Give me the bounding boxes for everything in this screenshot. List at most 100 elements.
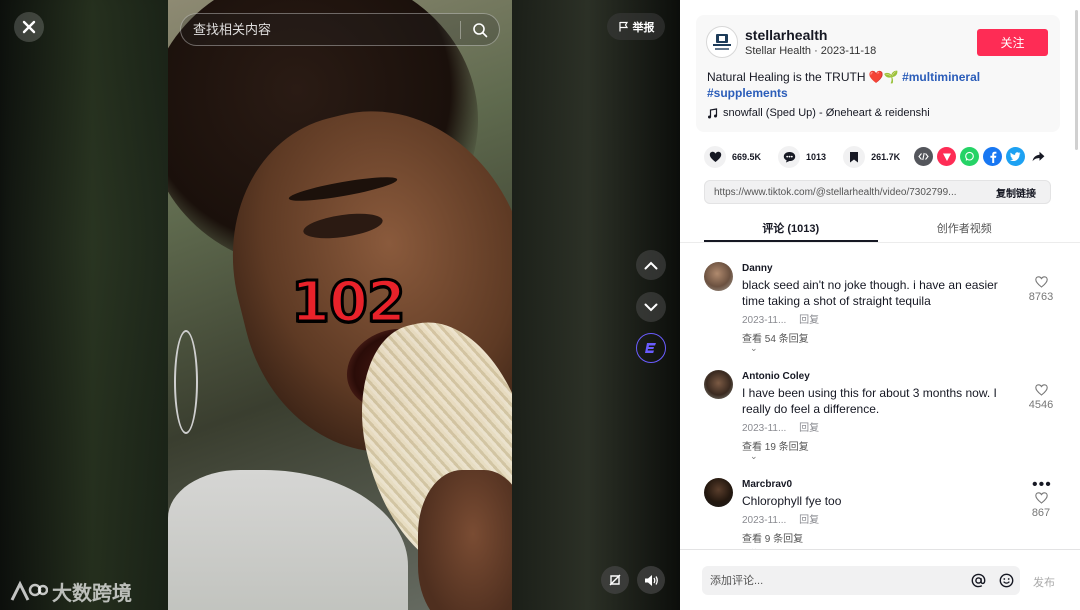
follow-button[interactable]: 关注: [977, 29, 1048, 56]
hashtag-link[interactable]: #supplements: [707, 86, 788, 100]
comment-text: I have been using this for about 3 month…: [742, 386, 997, 416]
search-icon: [473, 22, 488, 37]
heart-outline-icon: [1034, 276, 1048, 288]
video-description: Natural Healing is the TRUTH ❤️🌱 #multim…: [707, 69, 1037, 101]
embed-share-button[interactable]: [914, 147, 933, 166]
expand-chevron-icon[interactable]: ⌄: [750, 451, 758, 462]
comment-text: black seed ain't no joke though. i have …: [742, 278, 998, 308]
expand-chevron-icon[interactable]: ⌄: [750, 343, 758, 354]
chevron-up-icon: [644, 261, 658, 269]
comment-meta: 2023-11... 回复: [742, 311, 829, 326]
share-options: [914, 147, 1048, 166]
panel-scrollbar[interactable]: [1075, 10, 1078, 150]
save-count: 261.7K: [871, 152, 901, 162]
post-comment-button[interactable]: 发布: [1033, 574, 1055, 590]
commenter-avatar[interactable]: [704, 478, 733, 507]
watermark-logo-icon: [10, 580, 48, 601]
save-action[interactable]: 261.7K: [843, 146, 900, 168]
video-mode-button[interactable]: [601, 566, 629, 594]
like-count: 669.5K: [732, 152, 762, 162]
author-card: stellarhealth Stellar Health · 2023-11-1…: [696, 15, 1060, 132]
stellar-health-logo-icon: [713, 34, 731, 50]
previous-video-button[interactable]: [636, 250, 666, 280]
twitter-bird-icon: [1010, 152, 1021, 161]
flag-icon: [618, 21, 628, 32]
comment-input[interactable]: [702, 566, 964, 595]
whatsapp-share-button[interactable]: [960, 147, 979, 166]
floating-window-icon: [609, 574, 621, 586]
copy-link-button[interactable]: 复制链接: [982, 185, 1050, 200]
save-button[interactable]: [843, 146, 866, 168]
comment-item: Marcbrav0 Chlorophyll fye too 2023-11...…: [704, 476, 1059, 549]
music-link[interactable]: snowfall (Sped Up) - Øneheart & reidensh…: [707, 107, 930, 119]
search-input[interactable]: [181, 14, 460, 45]
facebook-icon: [989, 151, 996, 163]
comment-list[interactable]: Danny black seed ain't no joke though. i…: [680, 243, 1080, 549]
comment-date: 2023-11...: [742, 423, 787, 434]
comment-action[interactable]: 1013: [778, 146, 826, 168]
volume-icon: [644, 574, 658, 586]
video-link-url[interactable]: https://www.tiktok.com/@stellarhealth/vi…: [705, 187, 982, 198]
author-subline: Stellar Health · 2023-11-18: [745, 45, 877, 57]
author-username[interactable]: stellarhealth: [745, 27, 827, 43]
video-subject-earring: [174, 330, 198, 434]
commenter-name[interactable]: Antonio Coley: [742, 371, 810, 382]
search-bar: [180, 13, 500, 46]
commenter-name[interactable]: Danny: [742, 263, 773, 274]
report-button[interactable]: 举报: [607, 13, 665, 40]
video-link-box: https://www.tiktok.com/@stellarhealth/vi…: [704, 180, 1051, 204]
send-share-button[interactable]: [937, 147, 956, 166]
commenter-name[interactable]: Marcbrav0: [742, 479, 792, 490]
next-video-button[interactable]: [636, 292, 666, 322]
commenter-avatar[interactable]: [704, 262, 733, 291]
reply-button[interactable]: 回复: [799, 315, 819, 326]
comment-text: Chlorophyll fye too: [742, 494, 842, 508]
comment-compose-bar: 发布: [680, 549, 1080, 610]
commenter-avatar[interactable]: [704, 370, 733, 399]
app-root: 102 举报: [0, 0, 1080, 610]
search-button[interactable]: [461, 22, 499, 38]
comment-like[interactable]: 8763: [1027, 276, 1055, 303]
comment-like[interactable]: 867: [1027, 492, 1055, 519]
volume-button[interactable]: [637, 566, 665, 594]
detail-panel: stellarhealth Stellar Health · 2023-11-1…: [680, 0, 1080, 610]
comment-meta: 2023-11... 回复: [742, 511, 829, 526]
reply-button[interactable]: 回复: [799, 423, 819, 434]
reply-button[interactable]: 回复: [799, 515, 819, 526]
comment-input-box: [702, 566, 1020, 595]
more-share-button[interactable]: [1029, 147, 1048, 166]
whatsapp-icon: [965, 151, 974, 161]
video-player[interactable]: 102 举报: [0, 0, 680, 610]
close-button[interactable]: [14, 12, 44, 42]
watermark-text: 大数跨境: [52, 583, 132, 605]
video-subject-hand: [418, 470, 512, 610]
comment-meta: 2023-11... 回复: [742, 419, 829, 434]
author-avatar[interactable]: [706, 26, 738, 58]
hashtag-link[interactable]: #multimineral: [902, 70, 980, 84]
extension-logo-icon: [645, 343, 656, 353]
extension-button[interactable]: [636, 333, 666, 363]
close-icon: [22, 20, 36, 34]
comment-like[interactable]: 4546: [1027, 384, 1055, 411]
chevron-down-icon: [644, 303, 658, 311]
tab-creator-videos[interactable]: 创作者视频: [878, 214, 1052, 242]
twitter-share-button[interactable]: [1006, 147, 1025, 166]
comment-like-count: 4546: [1028, 399, 1054, 411]
comment-bubble-icon: [783, 152, 795, 163]
embed-code-icon: [918, 152, 929, 161]
music-title: snowfall (Sped Up) - Øneheart & reidensh…: [723, 107, 930, 119]
emoji-button[interactable]: [992, 566, 1020, 595]
heart-outline-icon: [1034, 384, 1048, 396]
comment-count: 1013: [806, 152, 827, 162]
panel-tabs: 评论 (1013) 创作者视频: [704, 214, 1051, 242]
at-mention-icon: [971, 573, 985, 588]
like-action[interactable]: 669.5K: [704, 146, 761, 168]
like-button[interactable]: [704, 146, 726, 168]
comment-date: 2023-11...: [742, 515, 787, 526]
tab-comments[interactable]: 评论 (1013): [704, 214, 878, 242]
facebook-share-button[interactable]: [983, 147, 1002, 166]
video-overlay-number: 102: [290, 269, 408, 337]
mention-button[interactable]: [964, 566, 992, 595]
comment-like-count: 8763: [1028, 291, 1054, 303]
comment-button[interactable]: [778, 146, 801, 168]
